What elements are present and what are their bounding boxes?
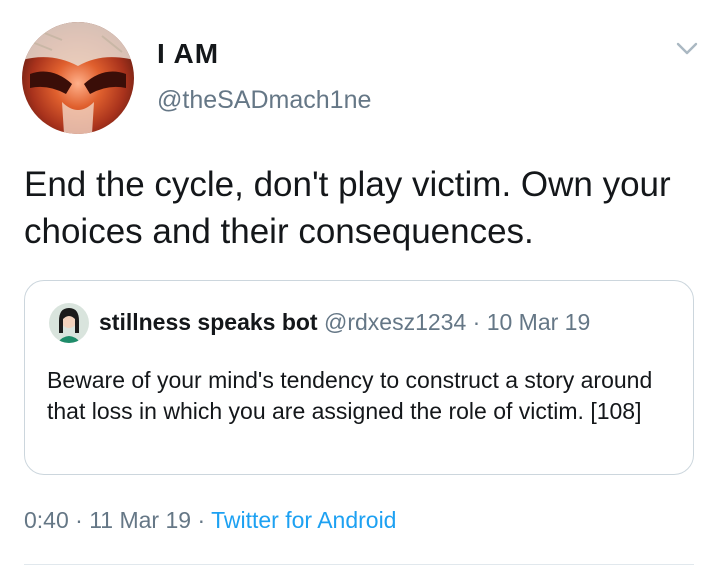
tweet-menu-button[interactable] bbox=[672, 36, 702, 66]
tweet-detail: I AM @theSADmach1ne End the cycle, don't… bbox=[0, 0, 720, 568]
author-display-name[interactable]: I AM bbox=[157, 38, 219, 70]
meta-separator: · bbox=[68, 507, 90, 533]
meta-separator: · bbox=[191, 507, 212, 533]
tweet-date[interactable]: 11 Mar 19 bbox=[89, 507, 191, 533]
quoted-author-name[interactable]: stillness speaks bot bbox=[99, 309, 318, 335]
quoted-separator: · bbox=[466, 309, 487, 335]
quoted-tweet-header: stillness speaks bot @rdxesz1234 · 10 Ma… bbox=[99, 309, 590, 336]
quoted-tweet-card[interactable]: stillness speaks bot @rdxesz1234 · 10 Ma… bbox=[24, 280, 694, 475]
author-handle[interactable]: @theSADmach1ne bbox=[157, 86, 371, 115]
quoted-author-handle[interactable]: @rdxesz1234 bbox=[324, 309, 466, 335]
author-avatar[interactable] bbox=[22, 22, 134, 134]
tweet-meta: 0:40 · 11 Mar 19 · Twitter for Android bbox=[24, 507, 396, 534]
quoted-tweet-text: Beware of your mind's tendency to constr… bbox=[47, 367, 653, 424]
chevron-down-icon bbox=[676, 42, 698, 61]
quoted-tweet-date[interactable]: 10 Mar 19 bbox=[487, 309, 591, 335]
tweet-text: End the cycle, don't play victim. Own yo… bbox=[24, 165, 671, 251]
quoted-author-avatar[interactable] bbox=[49, 303, 89, 343]
tweet-source-link[interactable]: Twitter for Android bbox=[211, 507, 396, 533]
tweet-time[interactable]: 0:40 bbox=[24, 507, 69, 533]
divider bbox=[24, 564, 694, 565]
